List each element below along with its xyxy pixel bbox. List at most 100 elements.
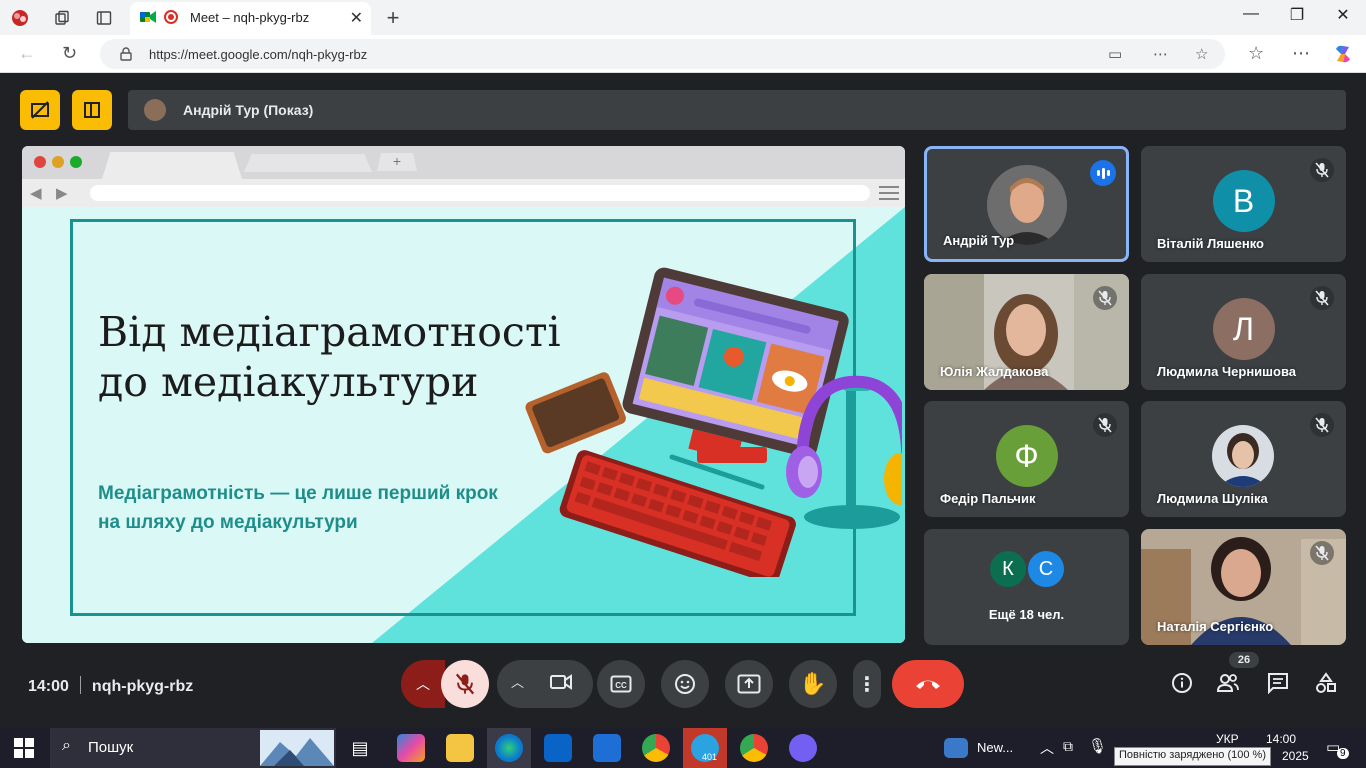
copilot-app-icon[interactable] — [397, 734, 425, 762]
minimize-icon[interactable]: — — [1236, 5, 1266, 23]
participant-tile[interactable]: Ф Федір Пальчик — [924, 401, 1129, 517]
close-window-icon[interactable]: ✕ — [1328, 5, 1358, 25]
camera-toggle-button[interactable] — [549, 672, 573, 697]
participant-name: Наталія Сергієнко — [1157, 619, 1274, 634]
settings-menu-icon[interactable]: ⋯ — [1292, 43, 1310, 64]
audio-settings-button[interactable]: ︿ — [401, 660, 445, 708]
more-vertical-icon: ⋮ — [857, 673, 877, 696]
avatar: В — [1212, 170, 1275, 232]
svg-text:CC: CC — [615, 681, 627, 690]
video-settings-chevron-icon[interactable]: ︿ — [511, 672, 524, 691]
presenter-bar: Андрій Тур (Показ) — [128, 90, 1346, 130]
participant-tile[interactable]: В Віталій Ляшенко — [1141, 146, 1346, 262]
meet-tray-icon[interactable]: ⧉ — [1063, 738, 1073, 755]
file-explorer-icon[interactable] — [446, 734, 474, 762]
avatar — [1212, 425, 1274, 487]
mic-toggle-button[interactable] — [441, 660, 489, 708]
maximize-icon[interactable]: ❐ — [1282, 5, 1312, 25]
google-meet-icon — [140, 11, 156, 23]
mock-browser-tabs: + — [22, 146, 905, 179]
camera-permission-icon[interactable]: ▭ — [1108, 45, 1122, 63]
tab-meet[interactable]: Meet – nqh-pkyg-rbz ✕ — [130, 2, 371, 35]
clock-time[interactable]: 14:00 — [1266, 732, 1296, 746]
activities-button[interactable] — [1314, 672, 1338, 696]
participant-tile[interactable]: Юлія Жалдакова — [924, 274, 1129, 390]
participant-tile[interactable]: Людмила Шуліка — [1141, 401, 1346, 517]
raise-hand-button[interactable]: ✋ — [789, 660, 837, 708]
favorite-star-icon[interactable]: ☆ — [1195, 45, 1208, 63]
meeting-code: nqh-pkyg-rbz — [91, 678, 194, 695]
mic-off-icon — [1093, 286, 1117, 310]
chrome-icon[interactable] — [642, 734, 670, 762]
telegram-badge: 401 — [702, 752, 718, 762]
end-call-button[interactable] — [892, 660, 964, 708]
edge-icon[interactable] — [495, 734, 523, 762]
avatar: К — [988, 549, 1028, 589]
workspaces-icon[interactable] — [50, 6, 74, 30]
lock-icon[interactable] — [120, 47, 132, 61]
url-text: https://meet.google.com/nqh-pkyg-rbz — [149, 47, 368, 62]
participant-tile[interactable]: Наталія Сергієнко — [1141, 529, 1346, 645]
participant-name: Людмила Шуліка — [1157, 491, 1268, 506]
microphone-control: ︿ — [401, 660, 489, 708]
new-tab-icon[interactable]: + — [381, 5, 405, 30]
info-icon — [1172, 673, 1192, 693]
mock-tab — [244, 154, 372, 172]
participant-tile[interactable]: Л Людмила Чернишова — [1141, 274, 1346, 390]
hide-annotations-button[interactable] — [20, 90, 60, 130]
meet-window: Андрій Тур (Показ) + ◀ ▶ Від медіаграмот… — [4, 74, 1362, 724]
mic-off-icon — [1310, 541, 1334, 565]
meeting-time: 14:00 — [28, 678, 69, 695]
participant-count-badge: 26 — [1229, 652, 1259, 668]
reload-icon[interactable]: ↻ — [62, 43, 77, 64]
store-icon[interactable] — [593, 734, 621, 762]
microphone-tray-icon[interactable]: 🎙 — [1088, 737, 1107, 755]
people-icon — [1216, 674, 1239, 692]
reactions-button[interactable] — [661, 660, 709, 708]
profile-icon[interactable] — [8, 6, 32, 30]
avatar: Л — [1212, 298, 1275, 360]
outlook-icon[interactable] — [544, 734, 572, 762]
taskbar-search[interactable]: ⌕ Пошук — [50, 728, 336, 768]
presentation-slide: Від медіаграмотності до медіакультури Ме… — [22, 207, 905, 643]
more-options-button[interactable]: ⋮ — [853, 660, 881, 708]
participant-name: Юлія Жалдакова — [940, 364, 1049, 379]
captions-button[interactable]: CC — [597, 660, 645, 708]
meeting-details-button[interactable] — [1170, 672, 1194, 696]
news-label[interactable]: New... — [977, 740, 1013, 755]
task-view-icon[interactable]: ▤ — [346, 734, 374, 762]
chat-button[interactable] — [1266, 672, 1290, 696]
viber-icon[interactable] — [789, 734, 817, 762]
presenter-avatar — [144, 99, 166, 121]
tab-close-icon[interactable]: ✕ — [350, 8, 363, 28]
mic-off-icon — [1093, 413, 1117, 437]
participant-tile[interactable]: Андрій Тур — [924, 146, 1129, 262]
url-field[interactable]: https://meet.google.com/nqh-pkyg-rbz ▭ ⋯… — [100, 39, 1225, 69]
copilot-icon[interactable] — [1332, 43, 1354, 70]
present-screen-button[interactable] — [725, 660, 773, 708]
presenter-label: Андрій Тур (Показ) — [183, 102, 314, 118]
favorites-icon[interactable]: ☆ — [1248, 43, 1264, 64]
more-participants-tile[interactable]: К С Ещё 18 чел. — [924, 529, 1129, 645]
browser-tab-bar: Meet – nqh-pkyg-rbz ✕ + — ❐ ✕ — [0, 0, 1366, 35]
address-bar-row: ← ↻ https://meet.google.com/nqh-pkyg-rbz… — [0, 35, 1366, 73]
back-icon[interactable]: ← — [18, 43, 36, 64]
chrome-profile-icon[interactable] — [740, 734, 768, 762]
activities-icon — [1316, 672, 1336, 693]
mock-menu-icon — [879, 186, 899, 200]
captions-icon: CC — [610, 675, 632, 693]
computer-illustration — [525, 267, 902, 577]
clock-date[interactable]: 2025 — [1282, 749, 1309, 763]
mock-zoom-dot — [70, 156, 82, 168]
mock-minimize-dot — [52, 156, 64, 168]
windows-start-icon[interactable] — [14, 738, 34, 758]
people-button[interactable] — [1216, 672, 1240, 696]
news-icon[interactable] — [944, 738, 968, 758]
tab-actions-icon[interactable] — [92, 6, 116, 30]
show-hidden-icons-chevron-icon[interactable]: ︿ — [1040, 738, 1054, 758]
layout-button[interactable] — [72, 90, 112, 130]
chat-icon — [1268, 673, 1288, 695]
language-indicator[interactable]: УКР — [1216, 732, 1239, 746]
more-site-icon[interactable]: ⋯ — [1153, 45, 1168, 63]
present-icon — [737, 674, 761, 694]
